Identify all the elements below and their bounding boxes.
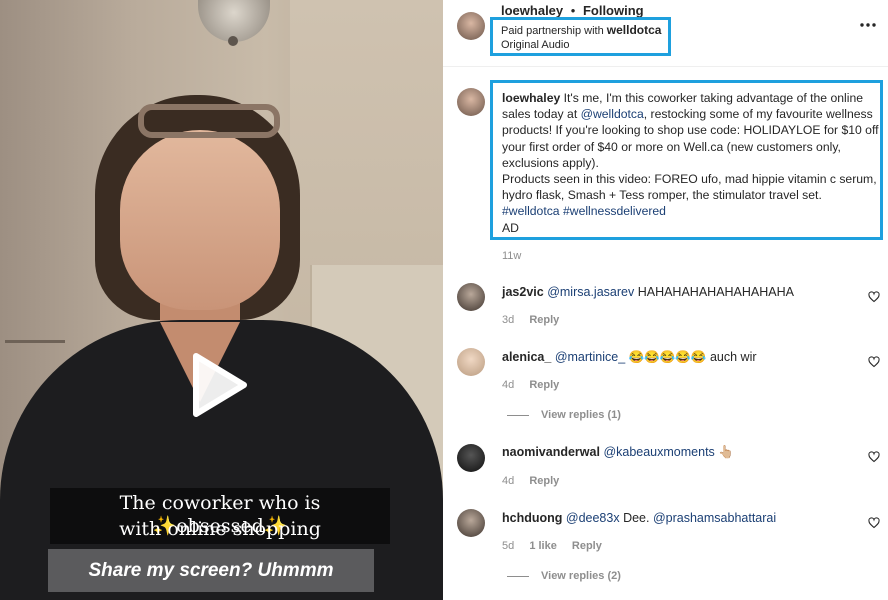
header-separator: • [570, 3, 576, 18]
comment-username[interactable]: naomivanderwal [502, 445, 600, 459]
ad-label: AD [502, 220, 519, 235]
comment-body: 👆🏼 [718, 445, 734, 459]
like-heart-icon[interactable] [868, 451, 880, 463]
reply-button[interactable]: Reply [572, 540, 602, 552]
comment-mention[interactable]: @martinice_ [555, 350, 625, 364]
comment-age[interactable]: 4d [502, 379, 514, 391]
comment-avatar[interactable] [457, 509, 485, 537]
partner-link[interactable]: welldotca [607, 23, 662, 37]
caption-username[interactable]: loewhaley [502, 91, 560, 105]
comment-mention[interactable]: @mirsa.jasarev [547, 285, 634, 299]
comment-meta: 3d Reply [502, 314, 559, 326]
reply-button[interactable]: Reply [529, 379, 559, 391]
comment-username[interactable]: jas2vic [502, 285, 544, 299]
person-face [120, 130, 280, 310]
author-username[interactable]: loewhaley [501, 3, 563, 18]
post-header: loewhaley • Following [501, 3, 644, 18]
like-heart-icon[interactable] [868, 291, 880, 303]
comment-mention-2[interactable]: @prashamsabhattarai [653, 511, 776, 525]
hashtag-welldotca[interactable]: #welldotca [502, 204, 560, 218]
comment-avatar[interactable] [457, 444, 485, 472]
comment-body: Dee. [623, 511, 650, 525]
audio-label[interactable]: Original Audio [501, 39, 570, 51]
comment-age[interactable]: 4d [502, 475, 514, 487]
video-player[interactable]: The coworker who is ✨obsessed✨ with onli… [0, 0, 443, 600]
comment-mention[interactable]: @dee83x [566, 511, 620, 525]
hashtag-wellnessdelivered[interactable]: #wellnessdelivered [563, 204, 666, 218]
comment-age[interactable]: 5d [502, 540, 514, 552]
video-banner: Share my screen? Uhmmm [48, 549, 374, 592]
comment-mention[interactable]: @kabeauxmoments [603, 445, 714, 459]
reply-button[interactable]: Reply [529, 314, 559, 326]
replies-line [507, 576, 529, 577]
video-caption: The coworker who is ✨obsessed✨ with onli… [50, 488, 390, 544]
background-shelf [5, 300, 65, 343]
view-replies-button[interactable]: View replies (2) [541, 570, 621, 582]
comment-text: naomivanderwal @kabeauxmoments 👆🏼 [502, 445, 734, 460]
more-horizontal-icon[interactable] [860, 22, 876, 28]
caption-author-avatar[interactable] [457, 88, 485, 116]
caption-products: Products seen in this video: FOREO ufo, … [502, 172, 877, 203]
reply-button[interactable]: Reply [529, 475, 559, 487]
post-caption: loewhaley It's me, I'm this coworker tak… [502, 90, 880, 236]
comment-avatar[interactable] [457, 283, 485, 311]
sunglasses-on-head [138, 104, 280, 138]
replies-line [507, 415, 529, 416]
comment-username[interactable]: alenica_ [502, 350, 551, 364]
like-heart-icon[interactable] [868, 356, 880, 368]
partnership-prefix: Paid partnership with [501, 25, 604, 37]
comment-age[interactable]: 3d [502, 314, 514, 326]
ceiling-lamp-knob [228, 36, 238, 46]
comment-meta: 4d Reply [502, 379, 559, 391]
follow-status[interactable]: Following [583, 3, 644, 18]
caption-mention[interactable]: @welldotca [581, 107, 644, 121]
comment-body: HAHAHAHAHAHAHAHAHA [637, 285, 794, 299]
comment-meta: 5d 1 like Reply [502, 540, 602, 552]
view-replies-button[interactable]: View replies (1) [541, 409, 621, 421]
partnership-label: Paid partnership with welldotca [501, 23, 661, 37]
comment-meta: 4d Reply [502, 475, 559, 487]
comment-username[interactable]: hchduong [502, 511, 562, 525]
comment-text: hchduong @dee83x Dee. @prashamsabhattara… [502, 511, 776, 525]
comment-avatar[interactable] [457, 348, 485, 376]
header-divider [443, 66, 888, 67]
comment-text: alenica_ @martinice_ 😂😂😂😂😂 auch wir [502, 350, 757, 365]
like-heart-icon[interactable] [868, 517, 880, 529]
author-avatar[interactable] [457, 12, 485, 40]
comment-likes[interactable]: 1 like [529, 540, 557, 552]
video-caption-line-2: with online shopping [119, 518, 321, 540]
comment-body: 😂😂😂😂😂 auch wir [628, 350, 757, 364]
play-icon[interactable] [182, 350, 252, 420]
post-age[interactable]: 11w [502, 250, 521, 262]
comment-text: jas2vic @mirsa.jasarev HAHAHAHAHAHAHAHAH… [502, 285, 794, 299]
